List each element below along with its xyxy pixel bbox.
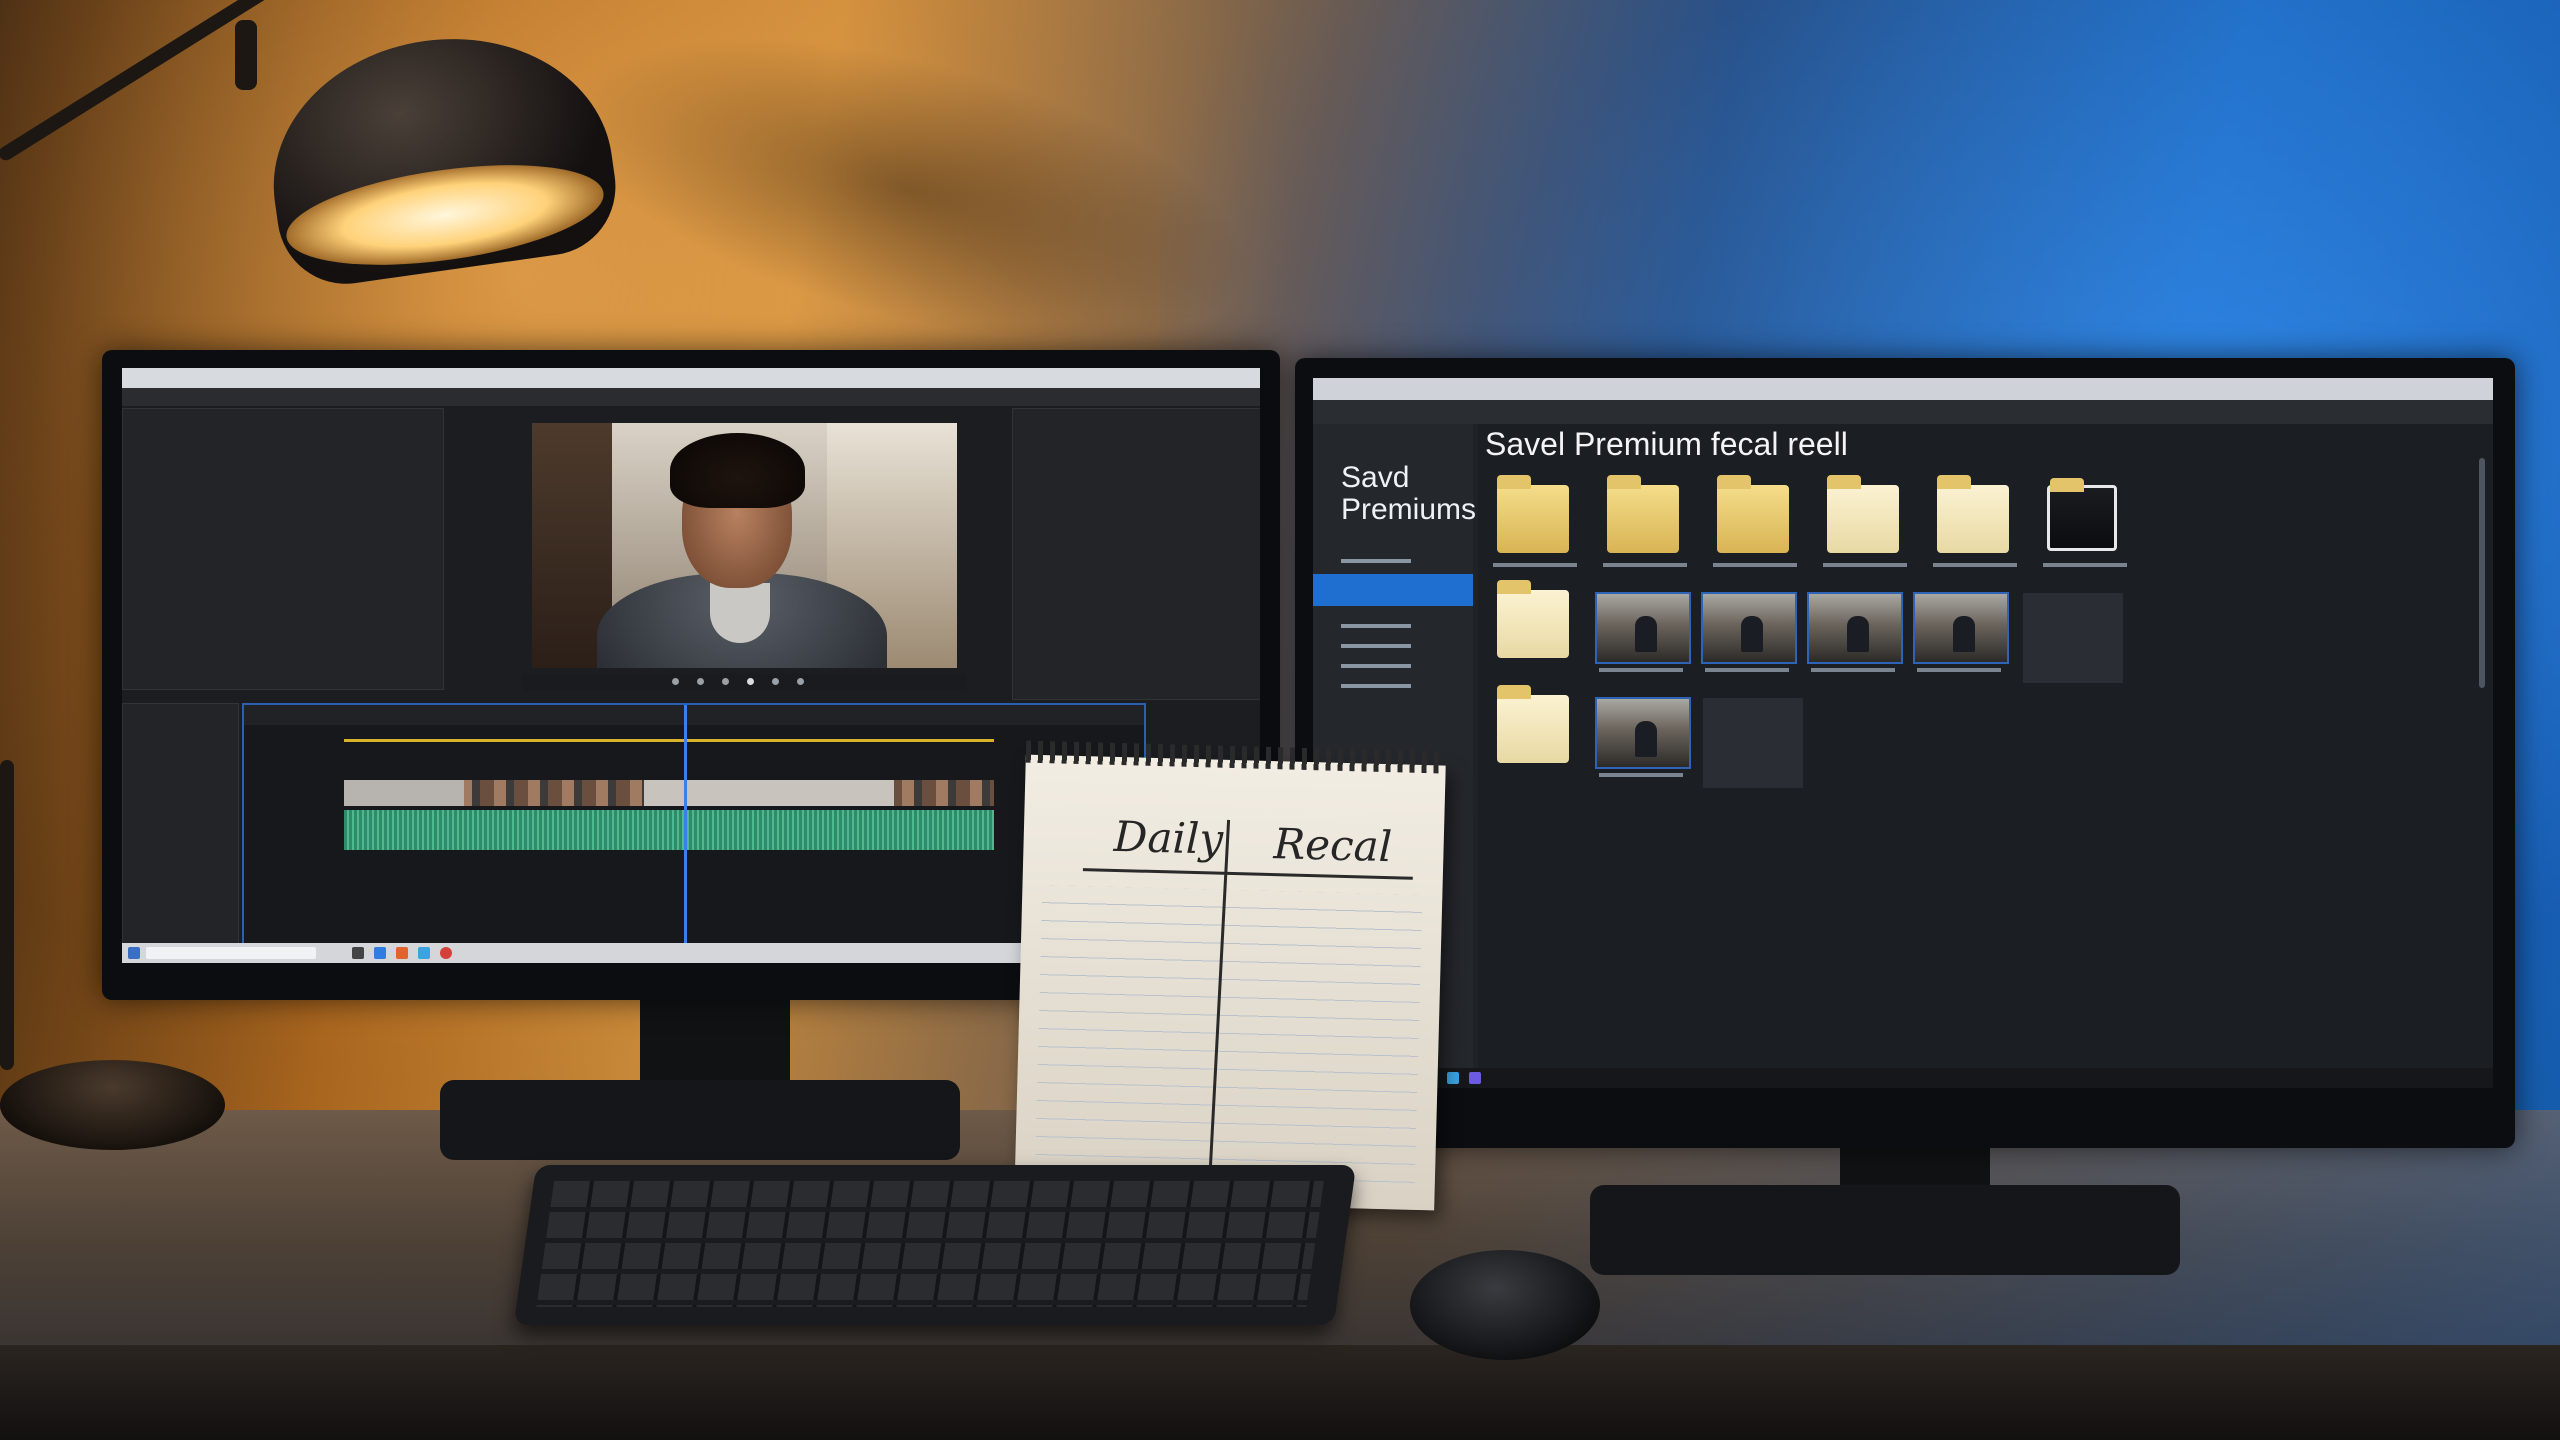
playhead[interactable]	[684, 705, 687, 950]
app-icon[interactable]	[1447, 1072, 1459, 1084]
keyboard-keys	[536, 1181, 1324, 1307]
folder-icon	[1497, 685, 1569, 763]
video-thumbnail[interactable]	[1909, 578, 2009, 678]
video-clip[interactable]	[344, 780, 464, 806]
folder-item[interactable]	[1485, 473, 1585, 573]
explorer-titlebar	[1313, 378, 2493, 400]
desk-edge	[0, 1345, 2560, 1440]
thumbnail-image	[1595, 697, 1691, 769]
folder-item[interactable]	[2035, 473, 2135, 573]
nav-title: Savd Premiums	[1341, 462, 1476, 526]
app-icon[interactable]	[1469, 1072, 1481, 1084]
folder-item[interactable]	[1485, 683, 1585, 783]
nav-title-line1: Savd	[1341, 461, 1410, 494]
app-icon[interactable]	[352, 947, 364, 959]
video-thumbnail[interactable]	[1697, 578, 1797, 678]
nav-item[interactable]	[1323, 619, 1463, 633]
folder-icon	[1497, 475, 1569, 553]
notepad-right-heading: Recal	[1273, 819, 1393, 872]
transport-button[interactable]	[772, 678, 779, 685]
spiral-notepad: Daily Recal	[1014, 740, 1447, 1211]
taskbar	[1313, 1068, 2493, 1088]
lamp-joint	[235, 20, 257, 90]
folder-item[interactable]	[1925, 473, 2025, 573]
empty-grid-cell	[2023, 593, 2123, 683]
transport-button[interactable]	[672, 678, 679, 685]
file-explorer-screen: Savd Premiums Savel Premium fecal reell	[1313, 378, 2493, 1088]
folder-icon	[1717, 475, 1789, 553]
folder-item[interactable]	[1705, 473, 1805, 573]
thumbnail-image	[1595, 592, 1691, 664]
right-monitor: Savd Premiums Savel Premium fecal reell	[1295, 358, 2515, 1148]
folder-icon	[1827, 475, 1899, 553]
search-bar[interactable]	[146, 947, 316, 959]
transport-button[interactable]	[797, 678, 804, 685]
app-icon[interactable]	[374, 947, 386, 959]
folder-item[interactable]	[1815, 473, 1915, 573]
transport-button[interactable]	[722, 678, 729, 685]
lamp-arm-lower	[0, 760, 14, 1070]
video-thumbnail[interactable]	[1591, 578, 1691, 678]
left-monitor-foot	[440, 1080, 960, 1160]
app-icon[interactable]	[440, 947, 452, 959]
timeline-ruler[interactable]	[244, 705, 1144, 725]
empty-grid-cell	[1703, 698, 1803, 788]
folder-heading: Savel Premium fecal reell	[1485, 426, 1848, 462]
app-icon[interactable]	[418, 947, 430, 959]
thumbnail-image	[1807, 592, 1903, 664]
project-panel[interactable]	[122, 408, 444, 690]
folder-icon	[1607, 475, 1679, 553]
explorer-toolbar[interactable]	[1313, 400, 2493, 424]
nav-item[interactable]	[1323, 554, 1463, 568]
thumbnail-image	[1913, 592, 2009, 664]
preview-person-hair	[670, 433, 805, 508]
folder-item[interactable]	[1595, 473, 1695, 573]
transport-button[interactable]	[697, 678, 704, 685]
thumbnail-image	[1701, 592, 1797, 664]
scrollbar[interactable]	[2479, 458, 2485, 688]
editor-menubar[interactable]	[122, 388, 1260, 406]
right-monitor-foot	[1590, 1185, 2180, 1275]
nav-item[interactable]	[1323, 659, 1463, 673]
nav-item[interactable]	[1323, 639, 1463, 653]
app-icon[interactable]	[396, 947, 408, 959]
start-icon[interactable]	[128, 947, 140, 959]
lamp-base	[0, 1060, 225, 1150]
timeline-panel[interactable]	[242, 703, 1146, 952]
effects-panel[interactable]	[1012, 408, 1260, 700]
folder-icon	[1497, 580, 1569, 658]
editor-titlebar	[122, 368, 1260, 388]
preview-person-shirt	[710, 583, 770, 643]
program-monitor-preview[interactable]	[532, 423, 957, 668]
audio-clip[interactable]	[344, 810, 994, 850]
playback-controls[interactable]	[522, 673, 967, 691]
notepad-ruled-lines	[1034, 885, 1423, 1195]
keyboard	[513, 1165, 1357, 1325]
notepad-left-heading: Daily	[1113, 811, 1224, 864]
nav-title-line2: Premiums	[1341, 493, 1477, 526]
nav-item[interactable]	[1323, 679, 1463, 693]
video-clip[interactable]	[644, 780, 894, 806]
video-thumbnail[interactable]	[1591, 683, 1691, 783]
video-thumbnail[interactable]	[1803, 578, 1903, 678]
nav-item-selected[interactable]	[1313, 574, 1473, 606]
folder-item[interactable]	[1485, 578, 1585, 678]
tools-panel[interactable]	[122, 703, 239, 945]
folder-icon	[1937, 475, 2009, 553]
play-button[interactable]	[747, 678, 754, 685]
work-area-bar[interactable]	[344, 739, 994, 742]
computer-mouse	[1410, 1250, 1600, 1360]
folder-icon	[2047, 478, 2117, 551]
